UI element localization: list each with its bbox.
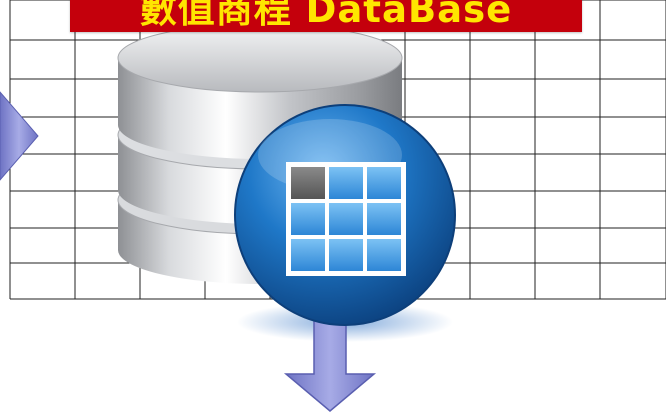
table-cell bbox=[291, 167, 325, 199]
table-grid-icon bbox=[234, 104, 456, 326]
table-cell bbox=[367, 203, 401, 235]
table-cell bbox=[367, 167, 401, 199]
right-arrow-icon bbox=[0, 91, 39, 181]
illustration bbox=[0, 0, 666, 412]
table-cell bbox=[329, 167, 363, 199]
table-cell bbox=[329, 239, 363, 271]
table-cell bbox=[291, 203, 325, 235]
page-title: 數值商程 DataBase bbox=[139, 0, 513, 31]
table-cell bbox=[367, 239, 401, 271]
title-banner: 數值商程 DataBase bbox=[70, 0, 582, 32]
table-cell bbox=[291, 239, 325, 271]
table-cell bbox=[329, 203, 363, 235]
